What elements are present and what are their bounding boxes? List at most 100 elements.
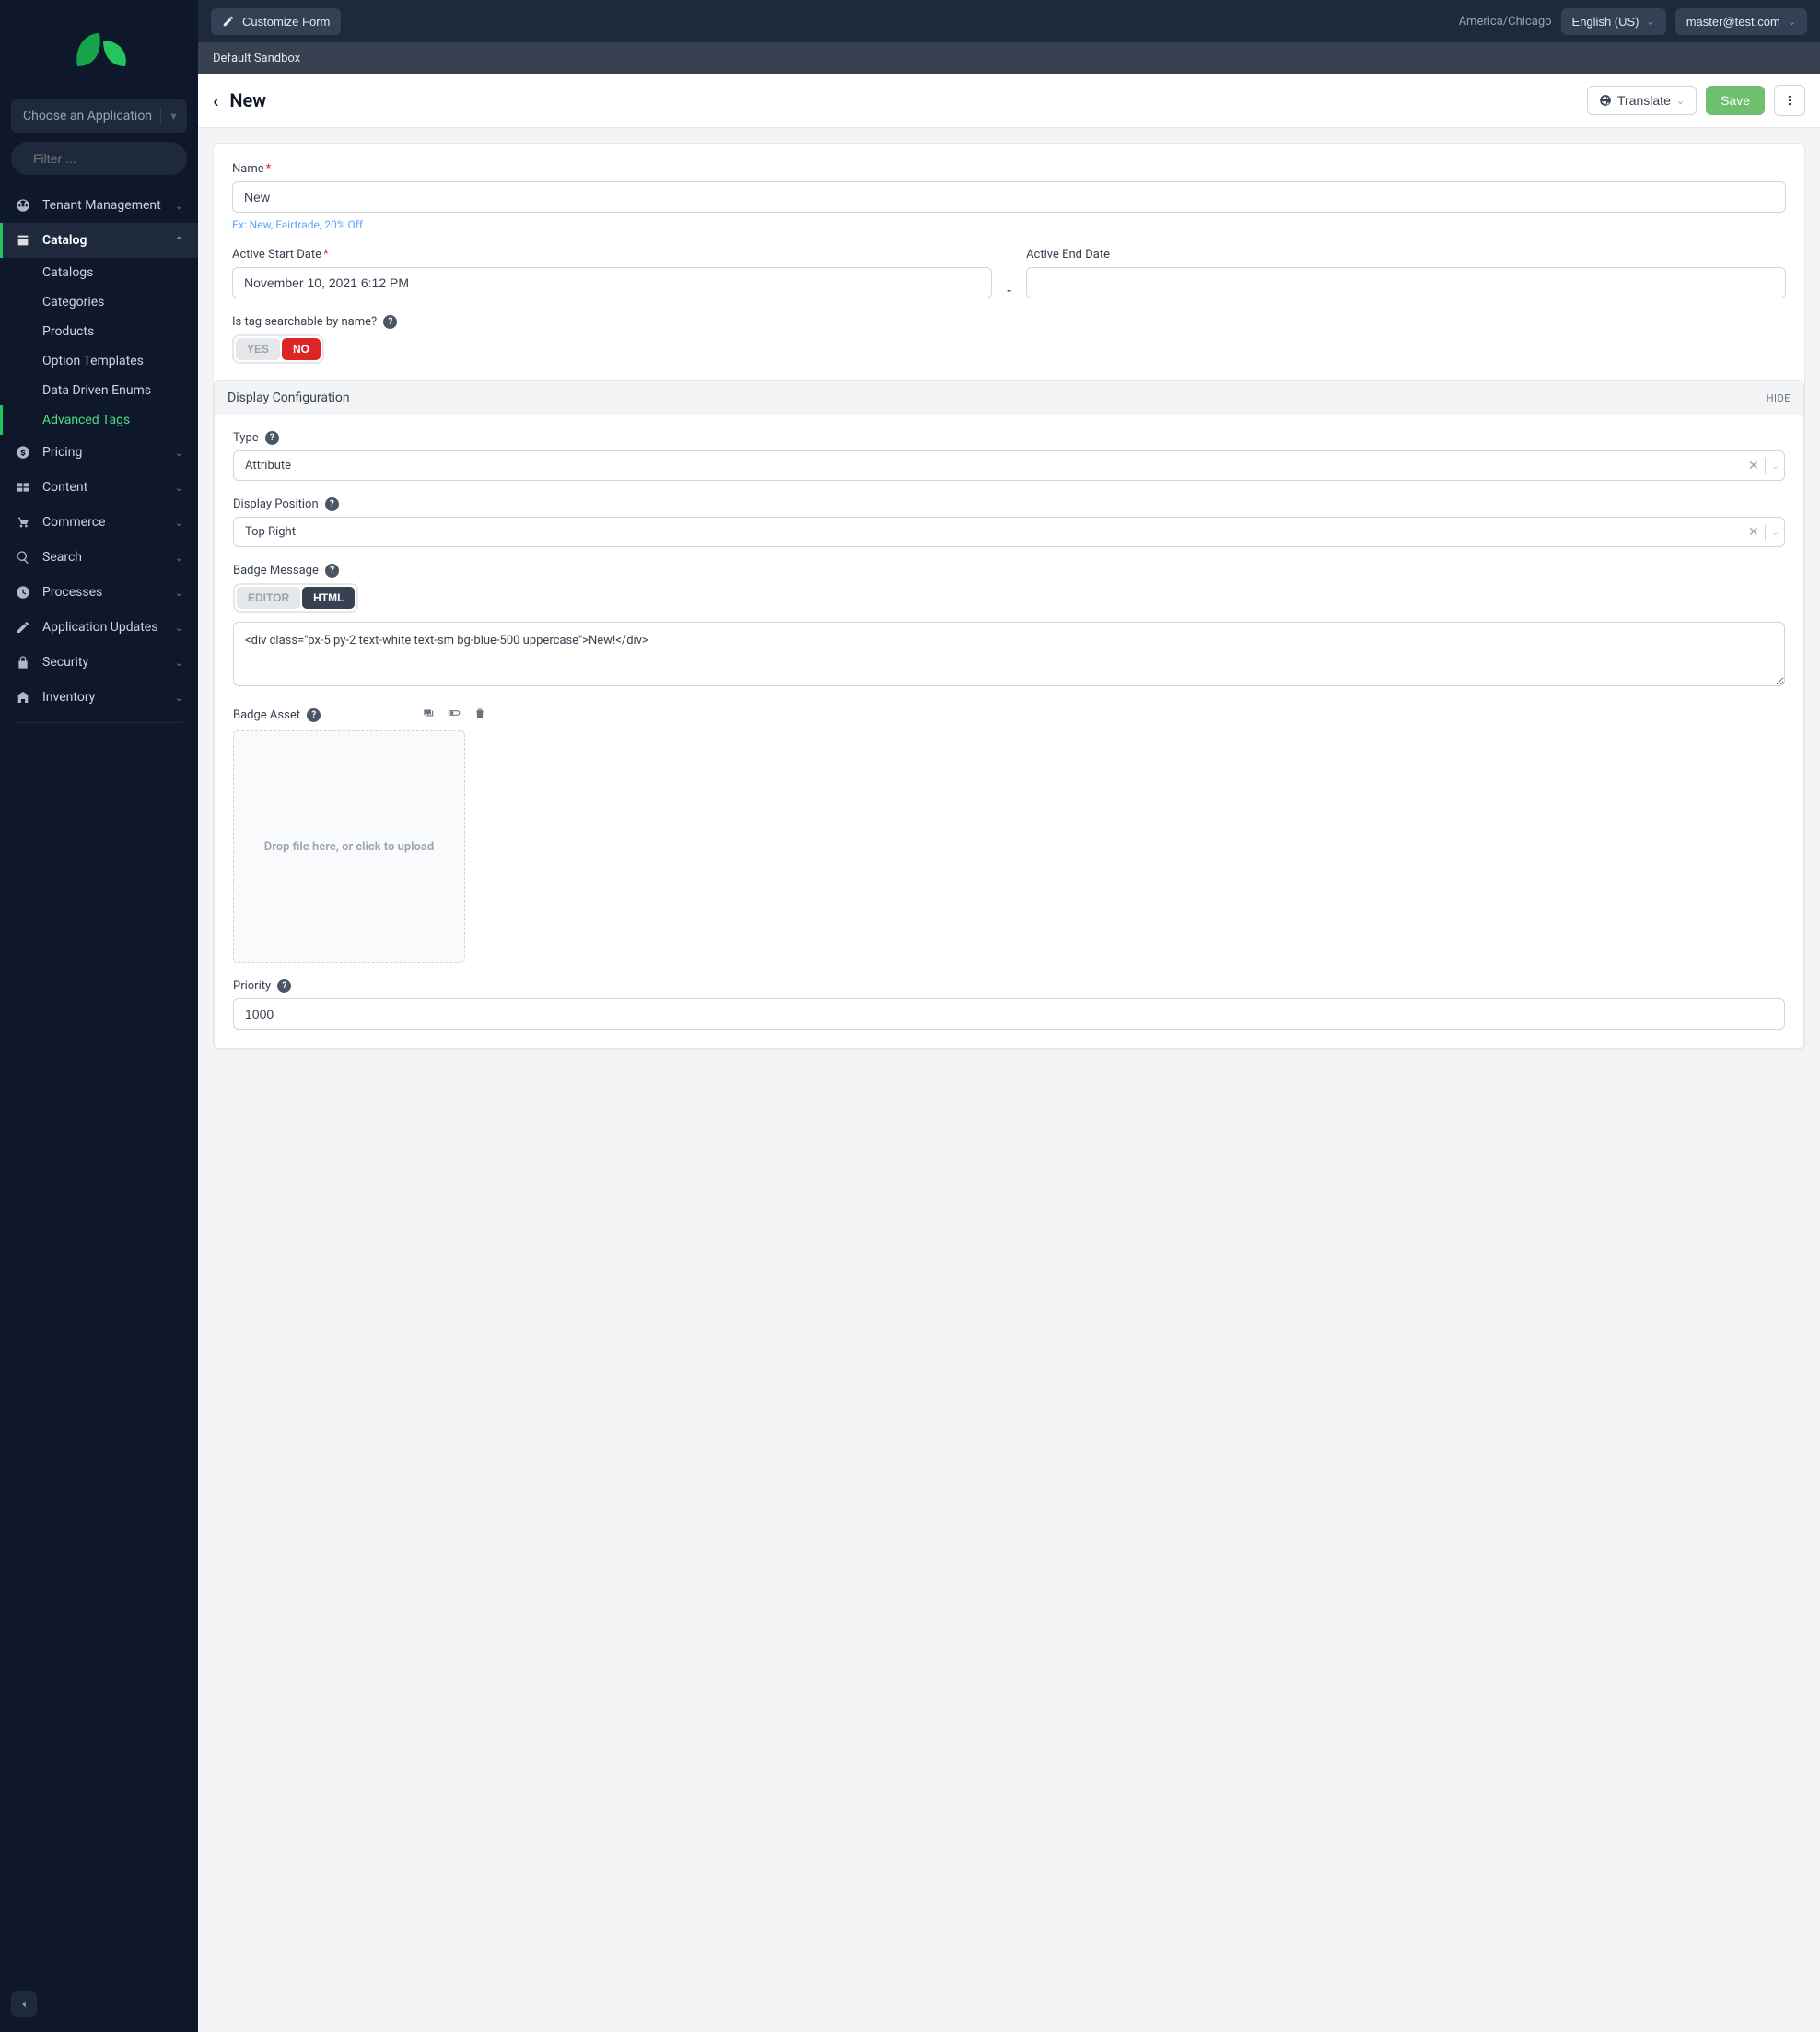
filter-input[interactable] [33, 151, 200, 166]
toggle-switch-icon[interactable] [448, 707, 461, 723]
nav-pricing[interactable]: Pricing ⌄ [0, 435, 198, 470]
toggle-no[interactable]: NO [282, 338, 321, 360]
nav-commerce[interactable]: Commerce ⌄ [0, 505, 198, 540]
form-card: Name* Ex: New, Fairtrade, 20% Off Active… [213, 143, 1805, 1050]
searchable-toggle: YES NO [232, 334, 324, 364]
badge-asset-dropzone[interactable]: Drop file here, or click to upload [233, 730, 465, 963]
badge-asset-label: Badge Asset ? [233, 708, 321, 722]
pricing-icon [15, 444, 31, 461]
chevron-down-icon: ⌄ [175, 692, 183, 704]
edit-icon [15, 619, 31, 636]
application-select[interactable]: Choose an Application ▼ [11, 99, 187, 133]
sidebar: Choose an Application ▼ Tenant Managemen… [0, 0, 198, 2032]
application-select-placeholder: Choose an Application [23, 109, 152, 123]
globe-icon [1599, 94, 1612, 107]
translate-button[interactable]: Translate ⌄ [1587, 86, 1697, 115]
nav-option-templates[interactable]: Option Templates [0, 346, 198, 376]
nav-processes[interactable]: Processes ⌄ [0, 575, 198, 610]
clock-icon [15, 584, 31, 601]
more-vertical-icon [1783, 94, 1796, 107]
leaf-logo-icon [63, 26, 136, 77]
chevron-down-icon: ⌄ [175, 657, 183, 669]
chevron-down-icon: ⌄ [175, 447, 183, 459]
chevron-down-icon: ⌄ [175, 200, 183, 212]
edit-icon [222, 15, 235, 28]
topbar: Customize Form America/Chicago English (… [198, 0, 1820, 42]
help-icon[interactable]: ? [325, 564, 339, 578]
nav-application-updates[interactable]: Application Updates ⌄ [0, 610, 198, 645]
nav-security[interactable]: Security ⌄ [0, 645, 198, 680]
type-select[interactable]: Attribute [233, 450, 1785, 481]
help-icon[interactable]: ? [383, 315, 397, 329]
sidebar-nav: Tenant Management ⌄ Catalog ⌃ Catalogs C… [0, 188, 198, 1977]
name-hint: Ex: New, Fairtrade, 20% Off [232, 218, 1786, 231]
active-start-input[interactable] [232, 267, 992, 298]
position-label: Display Position ? [233, 497, 1785, 511]
type-label: Type ? [233, 431, 1785, 445]
chevron-down-icon: ⌄ [175, 517, 183, 529]
clear-icon[interactable]: ✕ [1748, 525, 1759, 540]
content-icon [15, 479, 31, 496]
help-icon[interactable]: ? [307, 708, 321, 722]
search-icon [15, 549, 31, 566]
active-end-input[interactable] [1026, 267, 1786, 298]
nav-catalogs[interactable]: Catalogs [0, 258, 198, 287]
editor-html-toggle: EDITOR HTML [233, 583, 358, 613]
clear-icon[interactable]: ✕ [1748, 459, 1759, 473]
nav-tenant-management[interactable]: Tenant Management ⌄ [0, 188, 198, 223]
images-icon[interactable] [422, 707, 435, 723]
active-start-label: Active Start Date* [232, 248, 992, 262]
content: Name* Ex: New, Fairtrade, 20% Off Active… [198, 128, 1820, 1065]
page-header: ‹ New Translate ⌄ Save [198, 74, 1820, 128]
main: Customize Form America/Chicago English (… [198, 0, 1820, 2032]
help-icon[interactable]: ? [277, 979, 291, 993]
date-range-dash: - [1007, 284, 1011, 298]
more-actions-button[interactable] [1774, 85, 1805, 116]
chevron-down-icon: ⌄ [1676, 95, 1685, 107]
lock-icon [15, 654, 31, 671]
nav-catalog[interactable]: Catalog ⌃ [0, 223, 198, 258]
chevron-down-icon: ⌄ [175, 552, 183, 564]
display-config-body: Type ? Attribute ✕ ⌄ [214, 415, 1804, 1049]
customize-form-button[interactable]: Customize Form [211, 8, 341, 35]
toggle-html[interactable]: HTML [302, 587, 355, 609]
hide-section-button[interactable]: HIDE [1767, 392, 1791, 404]
help-icon[interactable]: ? [325, 497, 339, 511]
name-input[interactable] [232, 181, 1786, 213]
trash-icon[interactable] [473, 707, 486, 723]
nav-advanced-tags[interactable]: Advanced Tags [0, 405, 198, 435]
chevron-left-icon [18, 1998, 30, 2011]
back-button[interactable]: ‹ [213, 91, 218, 110]
nav-content[interactable]: Content ⌄ [0, 470, 198, 505]
globe-icon [15, 197, 31, 214]
chevron-down-icon: ⌄ [175, 622, 183, 634]
name-label: Name* [232, 162, 1786, 176]
priority-input[interactable] [233, 998, 1785, 1030]
nav-search[interactable]: Search ⌄ [0, 540, 198, 575]
display-config-header: Display Configuration HIDE [214, 380, 1804, 415]
page-title: New [229, 89, 266, 111]
locale-select[interactable]: English (US) ⌄ [1561, 8, 1666, 35]
chevron-down-icon[interactable]: ⌄ [1771, 460, 1779, 472]
nav-categories[interactable]: Categories [0, 287, 198, 317]
chevron-down-icon: ⌄ [175, 587, 183, 599]
nav-products[interactable]: Products [0, 317, 198, 346]
building-icon [15, 689, 31, 706]
sidebar-filter[interactable] [11, 142, 187, 175]
nav-inventory[interactable]: Inventory ⌄ [0, 680, 198, 715]
sidebar-collapse-button[interactable] [11, 1991, 37, 2017]
chevron-down-icon: ⌄ [1647, 16, 1655, 28]
badge-html-textarea[interactable] [233, 622, 1785, 686]
logo [0, 0, 198, 99]
toggle-editor[interactable]: EDITOR [237, 587, 300, 609]
user-menu[interactable]: master@test.com ⌄ [1675, 8, 1807, 35]
position-select[interactable]: Top Right [233, 517, 1785, 547]
nav-data-driven-enums[interactable]: Data Driven Enums [0, 376, 198, 405]
chevron-up-icon: ⌃ [175, 235, 183, 247]
save-button[interactable]: Save [1706, 86, 1765, 115]
context-bar: Default Sandbox [198, 42, 1820, 74]
chevron-down-icon[interactable]: ⌄ [1771, 526, 1779, 538]
help-icon[interactable]: ? [265, 431, 279, 445]
cart-icon [15, 514, 31, 531]
toggle-yes[interactable]: YES [236, 338, 280, 360]
